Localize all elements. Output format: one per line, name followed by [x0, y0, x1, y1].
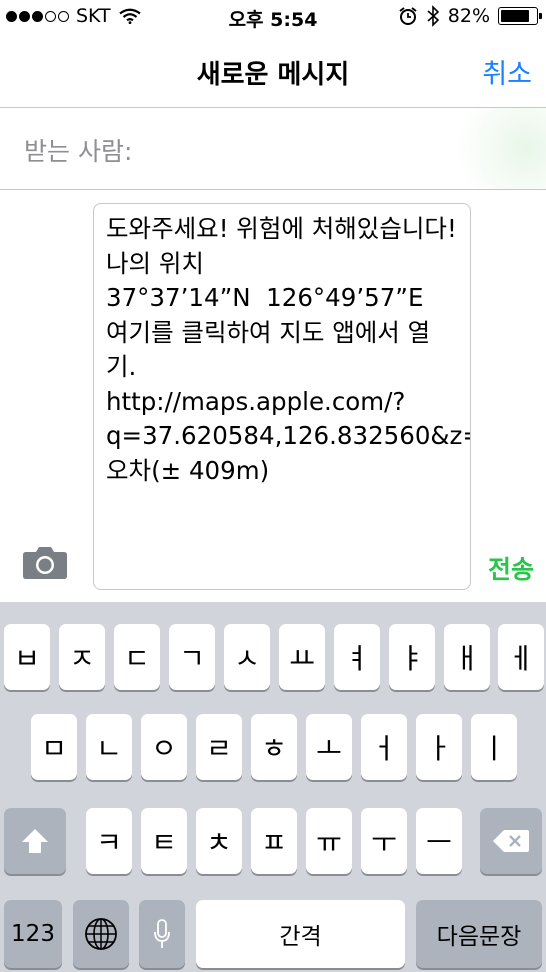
- keyboard: ㅂ ㅈ ㄷ ㄱ ㅅ ㅛ ㅕ ㅑ ㅐ ㅔ ㅁ ㄴ ㅇ ㄹ ㅎ ㅗ ㅓ ㅏ ㅣ ㅋ …: [0, 602, 546, 972]
- key[interactable]: ㄱ: [169, 624, 215, 690]
- message-input[interactable]: 도와주세요! 위험에 처해있습니다! 나의 위치 37°37’14”N 126°…: [93, 203, 471, 590]
- key[interactable]: ㅍ: [251, 808, 297, 874]
- shift-button[interactable]: [4, 808, 66, 874]
- send-button[interactable]: 전송: [488, 550, 534, 586]
- cancel-button[interactable]: 취소: [482, 52, 532, 91]
- return-label: 다음문장: [436, 924, 522, 950]
- numbers-button[interactable]: 123: [4, 900, 62, 968]
- key[interactable]: ㅊ: [196, 808, 242, 874]
- key[interactable]: ㄴ: [86, 714, 132, 780]
- key[interactable]: ㅣ: [471, 714, 517, 780]
- key[interactable]: ㅅ: [224, 624, 270, 690]
- battery-icon: [498, 7, 542, 25]
- key[interactable]: ㅁ: [31, 714, 77, 780]
- battery-percent: 82%: [447, 5, 490, 27]
- camera-icon[interactable]: [22, 544, 68, 580]
- key[interactable]: ㅕ: [334, 624, 380, 690]
- bluetooth-icon: [427, 5, 439, 27]
- globe-icon: [85, 918, 117, 950]
- key[interactable]: ㅡ: [416, 808, 462, 874]
- key[interactable]: ㄷ: [114, 624, 160, 690]
- key[interactable]: ㅐ: [444, 624, 490, 690]
- key[interactable]: ㅋ: [86, 808, 132, 874]
- compose-area: 도와주세요! 위험에 처해있습니다! 나의 위치 37°37’14”N 126°…: [0, 190, 546, 602]
- recipient-row: 받는 사람:: [0, 108, 546, 190]
- battery-fill: [501, 10, 529, 22]
- key[interactable]: ㅑ: [389, 624, 435, 690]
- return-button[interactable]: 다음문장: [416, 900, 542, 968]
- key[interactable]: ㅠ: [306, 808, 352, 874]
- dictation-button[interactable]: [139, 900, 185, 968]
- microphone-icon: [154, 919, 170, 948]
- key[interactable]: ㄹ: [196, 714, 242, 780]
- navigation-bar: 새로운 메시지 취소: [0, 34, 546, 108]
- status-bar: SKT 오후 5:54 82%: [0, 0, 546, 34]
- key[interactable]: ㅎ: [251, 714, 297, 780]
- key[interactable]: ㅔ: [498, 624, 544, 690]
- numbers-label: 123: [11, 921, 55, 947]
- recipient-label: 받는 사람:: [24, 137, 133, 166]
- key[interactable]: ㅌ: [141, 808, 187, 874]
- shift-icon: [22, 829, 48, 853]
- space-bar[interactable]: 간격: [196, 900, 405, 968]
- alarm-icon: [399, 7, 417, 25]
- recipient-input[interactable]: [140, 126, 440, 170]
- delete-icon: [493, 830, 529, 852]
- key[interactable]: ㅈ: [59, 624, 105, 690]
- status-right: 82%: [398, 5, 542, 27]
- key[interactable]: ㅂ: [4, 624, 50, 690]
- globe-button[interactable]: [73, 900, 129, 968]
- key[interactable]: ㅜ: [361, 808, 407, 874]
- key[interactable]: ㅇ: [141, 714, 187, 780]
- key[interactable]: ㅛ: [279, 624, 325, 690]
- key[interactable]: ㅏ: [416, 714, 462, 780]
- delete-button[interactable]: [480, 808, 542, 874]
- key[interactable]: ㅗ: [306, 714, 352, 780]
- key[interactable]: ㅓ: [361, 714, 407, 780]
- page-title: 새로운 메시지: [196, 60, 350, 90]
- recipient-highlight: [456, 108, 546, 189]
- space-label: 간격: [279, 924, 322, 950]
